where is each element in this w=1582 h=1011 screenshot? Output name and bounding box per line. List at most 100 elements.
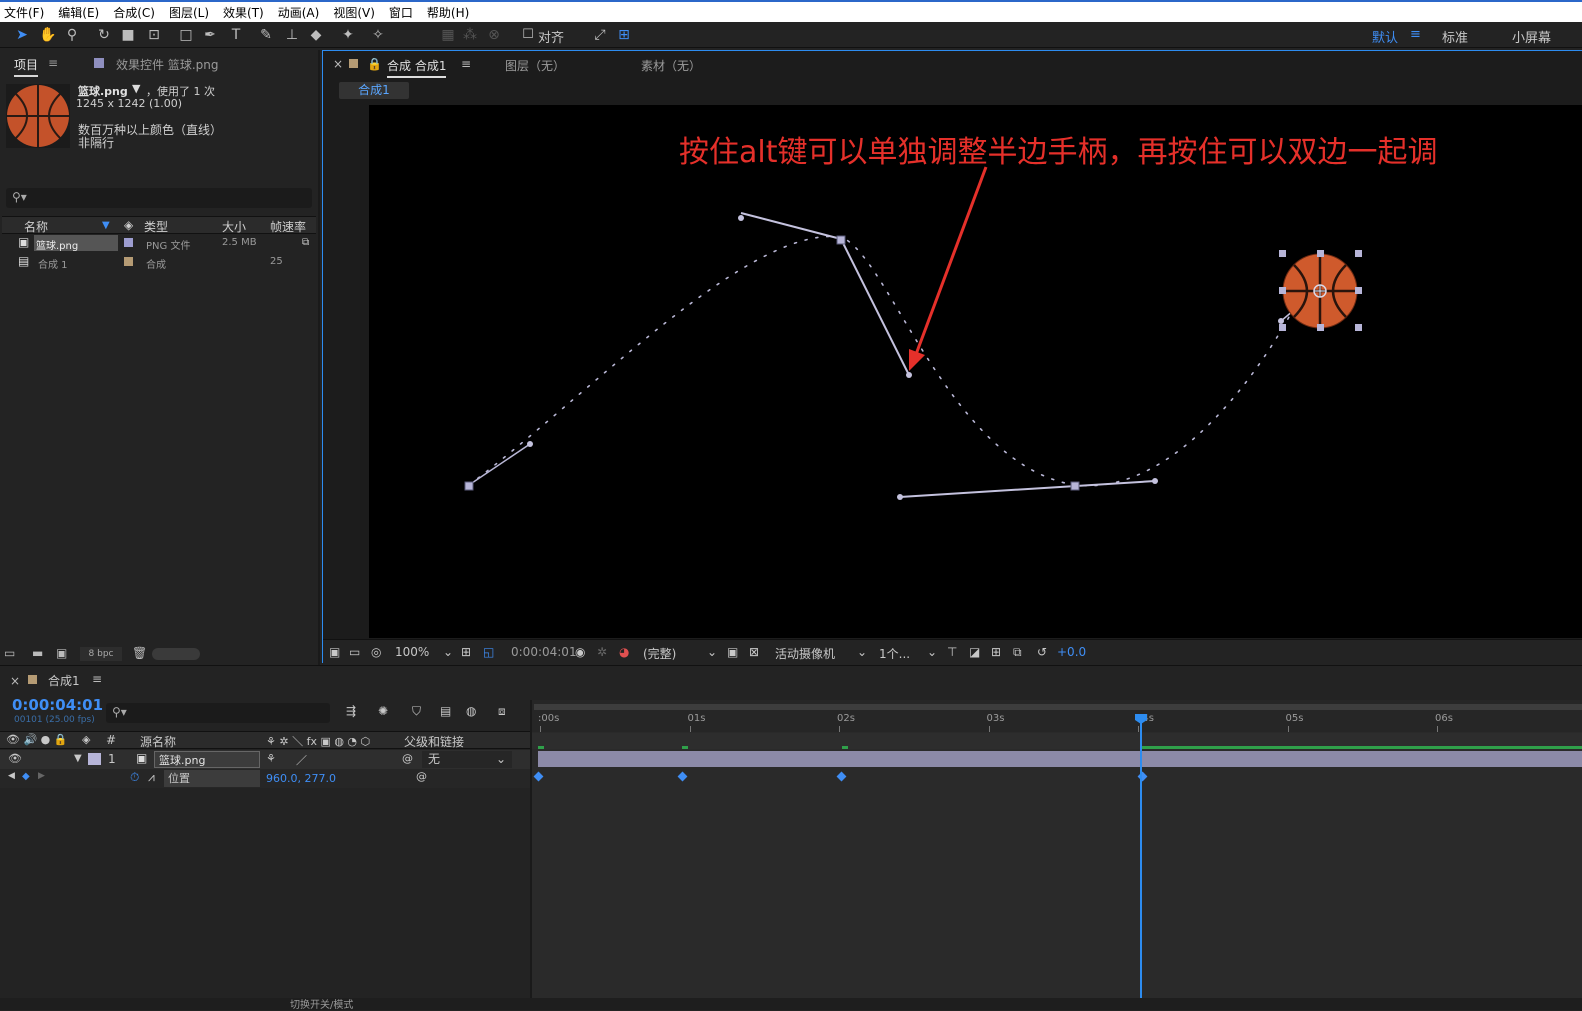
bezier-handle[interactable] <box>897 494 903 500</box>
keyframe-diamond[interactable] <box>837 771 847 782</box>
label-color-swatch[interactable] <box>88 753 101 765</box>
lock-icon[interactable]: 🔒 <box>367 57 382 71</box>
next-keyframe-icon[interactable]: ▶ <box>38 771 45 781</box>
rotate-tool-icon[interactable]: ↻ <box>94 25 114 45</box>
eraser-tool-icon[interactable]: ◆ <box>306 25 326 45</box>
chevron-down-icon[interactable]: ⌄ <box>707 645 717 659</box>
mask-icon[interactable]: ◎ <box>371 645 381 659</box>
keyframe-vertex[interactable] <box>1070 481 1080 491</box>
sort-arrow-icon[interactable]: ▼ <box>102 220 110 231</box>
menu-file[interactable]: 文件(F) <box>4 4 44 21</box>
label-color-swatch[interactable] <box>124 257 133 266</box>
snap-option-icon[interactable]: ⤢ <box>590 25 610 45</box>
close-comp-icon[interactable]: × <box>333 57 343 71</box>
hand-tool-icon[interactable]: ✋ <box>38 25 58 45</box>
menu-layer[interactable]: 图层(L) <box>169 4 209 21</box>
show-snapshot-icon[interactable]: ✲ <box>597 645 607 659</box>
region-of-interest-icon[interactable]: ▣ <box>727 645 738 659</box>
rectangle-tool-icon[interactable]: □ <box>176 25 196 45</box>
quality-switch-icon[interactable]: ／ <box>296 752 307 768</box>
source-name-header[interactable]: 源名称 <box>140 733 176 750</box>
chevron-down-icon[interactable]: ⌄ <box>857 645 867 659</box>
project-menu-icon[interactable]: ≡ <box>48 56 58 70</box>
bezier-handle[interactable] <box>1152 478 1158 484</box>
snap-grid-icon[interactable]: ⊞ <box>614 25 634 45</box>
timeline-graph[interactable]: :00s01s02s03s04s05s06s <box>530 700 1582 1000</box>
bezier-handle[interactable] <box>1278 318 1284 324</box>
timeline-search-input[interactable]: ⚲▾ <box>106 703 330 723</box>
resolution-select[interactable]: (完整) <box>643 645 676 662</box>
transparency-grid-icon[interactable]: ⊠ <box>749 645 759 659</box>
menu-animation[interactable]: 动画(A) <box>278 4 320 21</box>
composition-viewer[interactable]: 按住alt键可以单独调整半边手柄，再按住可以双边一起调 <box>369 105 1582 638</box>
label-tag-icon[interactable]: ◈ <box>124 218 133 232</box>
property-row[interactable]: ◀ ◆ ▶ ⏱ ⩘ 位置 960.0, 277.0 @ <box>0 769 530 788</box>
current-time-display[interactable]: 0:00:04:01 <box>511 645 577 659</box>
flowchart-icon[interactable]: ⧉ <box>1013 645 1022 660</box>
keyframe-diamond[interactable] <box>1137 771 1148 782</box>
channel-icon[interactable]: ◕ <box>619 645 629 659</box>
add-keyframe-icon[interactable]: ◆ <box>22 771 30 782</box>
col-size[interactable]: 大小 <box>222 218 246 235</box>
stopwatch-icon[interactable]: ⏱ <box>130 770 139 785</box>
graph-editor-icon[interactable]: ⧈ <box>498 704 506 719</box>
text-tool-icon[interactable]: T <box>226 25 246 45</box>
graph-icon[interactable]: ⩘ <box>148 770 155 785</box>
shy-layers-icon[interactable]: ⛉ <box>412 704 421 719</box>
comp-menu-icon[interactable]: ≡ <box>461 57 471 71</box>
flowchart-icon[interactable]: ⧉ <box>302 237 309 248</box>
draft-3d-icon[interactable]: ✺ <box>378 704 388 718</box>
keyframe-vertex[interactable] <box>836 235 846 245</box>
workspace-small-screen[interactable]: 小屏幕 <box>1512 27 1551 46</box>
visibility-eye-icon[interactable]: 👁 <box>8 752 22 765</box>
workspace-menu-icon[interactable]: ≡ <box>1410 27 1421 42</box>
reset-exposure-icon[interactable]: ↺ <box>1037 645 1047 659</box>
chevron-down-icon[interactable]: ⌄ <box>443 645 453 659</box>
mask-path-icon[interactable]: ◱ <box>483 645 494 659</box>
prev-keyframe-icon[interactable]: ◀ <box>8 771 15 781</box>
layer-name[interactable]: 篮球.png <box>154 751 260 768</box>
layer-row[interactable]: 👁 ▼ 1 ▣ 篮球.png ⚘ ／ @ 无 ⌄ <box>0 750 530 769</box>
thumbnail-slider[interactable] <box>152 648 200 660</box>
motion-blur-icon[interactable]: ◍ <box>466 704 476 718</box>
menu-view[interactable]: 视图(V) <box>333 4 375 21</box>
bezier-handle[interactable] <box>906 372 912 378</box>
new-composition-icon[interactable]: ▣ <box>56 646 67 660</box>
snapshot-icon[interactable]: ◉ <box>575 645 585 659</box>
pan-behind-tool-icon[interactable]: ⊡ <box>144 25 164 45</box>
camera-select[interactable]: 活动摄像机 <box>775 645 835 662</box>
expand-layer-icon[interactable]: ▼ <box>74 753 82 764</box>
zoom-tool-icon[interactable]: ⚲ <box>62 25 82 45</box>
keyframe-diamond[interactable] <box>533 771 544 782</box>
parent-header[interactable]: 父级和链接 <box>404 733 464 750</box>
exposure-value[interactable]: +0.0 <box>1057 645 1086 659</box>
tab-layer[interactable]: 图层（无） <box>505 57 565 74</box>
camera-tool-icon[interactable]: ■ <box>118 25 138 45</box>
tab-composition[interactable]: 合成 合成1 <box>387 57 447 78</box>
timeline-icon[interactable]: ⊞ <box>991 645 1001 659</box>
toggle-pixel-aspect-icon[interactable]: ⊤ <box>947 645 957 659</box>
project-search-input[interactable]: ⚲▾ <box>6 188 312 208</box>
align-icon[interactable]: ▦ <box>438 25 458 45</box>
snap-checkbox-icon[interactable]: ☐ <box>518 25 538 45</box>
frame-blending-icon[interactable]: ▤ <box>440 704 451 718</box>
roto-brush-tool-icon[interactable]: ✦ <box>338 25 358 45</box>
label-tag-icon[interactable]: ◈ <box>82 733 90 746</box>
label-color-swatch[interactable] <box>124 238 133 247</box>
workspace-default[interactable]: 默认 <box>1372 27 1398 46</box>
menu-effect[interactable]: 效果(T) <box>223 4 264 21</box>
always-preview-icon[interactable]: ▣ <box>329 645 340 659</box>
col-name[interactable]: 名称 <box>24 218 48 235</box>
menu-help[interactable]: 帮助(H) <box>427 4 469 21</box>
keyframe-vertex[interactable] <box>464 481 474 491</box>
tab-effect-controls[interactable]: 效果控件 篮球.png <box>116 56 218 73</box>
view-layout-select[interactable]: 1个... <box>879 645 910 662</box>
motion-path[interactable] <box>468 235 1320 487</box>
chevron-down-icon[interactable]: ⌄ <box>927 645 937 659</box>
selection-tool-icon[interactable]: ➤ <box>12 25 32 45</box>
current-time[interactable]: 0:00:04:01 <box>12 696 103 714</box>
workspace-standard[interactable]: 标准 <box>1442 27 1468 46</box>
col-fps[interactable]: 帧速率 <box>270 218 306 235</box>
interpret-footage-icon[interactable]: ▭ <box>4 646 15 660</box>
tab-project[interactable]: 项目 <box>14 56 39 77</box>
